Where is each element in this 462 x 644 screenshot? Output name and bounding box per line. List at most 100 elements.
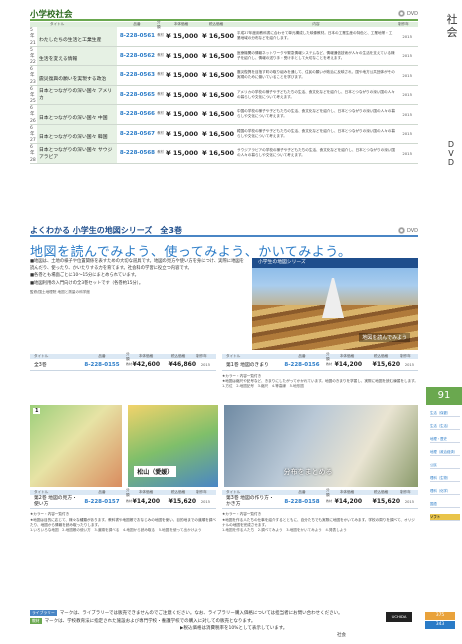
table-header: タイトル 品番 分類 本体価格 税込価格 制作年	[30, 352, 216, 361]
table-header: タイトル 品番 分類 本体価格 税込価格 制作年	[222, 352, 418, 361]
category-mark: 教材	[157, 72, 164, 77]
index-item[interactable]: 地理・歴史	[430, 436, 460, 444]
product-code: 8-228-0567	[119, 130, 155, 137]
vol2-image-a: 1	[30, 405, 123, 488]
index-item[interactable]: 地理（政治経済）	[430, 449, 460, 457]
category-mark: 教材	[157, 150, 164, 155]
dvd-badge: DVD	[397, 10, 418, 17]
table-row: 6年 27 日本とつながりの深い国々 韓国 8-228-0567 教材 ¥ 15,000 ¥…	[30, 124, 418, 144]
table-row: 6年 23 震災復興の願いを実現する政治 8-228-0563 教材 ¥ 15,000 ¥ …	[30, 66, 418, 86]
vol3-image: 分布をまとめる	[223, 405, 418, 488]
category-mark: 教材	[157, 111, 164, 116]
description: ■地図は、土地の様子や位置関係を表すための大切な道具です。地図の見方や使い方を身…	[30, 259, 248, 295]
category-mark: 教材	[157, 33, 164, 38]
product-table: 5年 21 わたしたちの生活と工業生産 8-228-0561 教材 ¥ 15,000 ¥ 1…	[30, 27, 418, 164]
page-refs: 375 343	[425, 612, 455, 630]
index-item[interactable]: 生活（保健）	[430, 410, 460, 418]
index-item[interactable]: 生活（生活）	[430, 423, 460, 431]
product-title: わたしたちの生活と工業生産	[37, 27, 117, 46]
price-tax: ¥ 16,500	[202, 110, 234, 119]
section-header: 小学校社会 DVD	[30, 8, 418, 21]
row-number: 6年 25	[30, 86, 36, 105]
brand-logo: UCHIDA	[386, 612, 412, 622]
vol3-chapters: 1.地図を作る人たち 2.調べてみよう 3.地図をかいてみよう 4.発表しよう	[222, 528, 347, 533]
tax-note: ▶税込価格は消費税率を10%として表示しています。	[180, 626, 288, 632]
category-mid: DVD	[447, 140, 455, 168]
price-tax: ¥ 16,500	[202, 129, 234, 138]
product-description: 震災復興を目指す町の取り組みを通して、住民の願いが政治に反映され、国や地方公共団…	[237, 70, 395, 80]
row-number: 6年 28	[30, 145, 36, 163]
row-number: 6年 26	[30, 106, 36, 124]
price-base: ¥ 15,000	[166, 71, 198, 80]
category-label: 社会	[337, 633, 346, 638]
production-year: 2015	[402, 111, 412, 117]
index-item[interactable]: 理科（化学）	[430, 488, 460, 496]
product-title: 生活を変える情報	[37, 46, 117, 65]
row-number: 6年 27	[30, 125, 36, 144]
table-row: 5年 22 生活を変える情報 8-228-0562 教材 ¥ 15,000 ¥ 16,500…	[30, 46, 418, 66]
production-year: 2015	[402, 33, 412, 39]
vol1-chapters: 1.方位 2.地図記号 3.縮尺 4.等高線 5.地形図	[222, 384, 304, 389]
hero-caption: 地図を読んでみよう	[359, 333, 410, 342]
table-header: タイトル 品番 分類 本体価格 税込価格 制作年	[222, 488, 418, 497]
credit: 監修/国土地理院 地図と測量の科学館	[30, 289, 90, 294]
table-header: タイトル 品番 分類 本体価格 税込価格 制作年	[30, 488, 216, 497]
index-item[interactable]: 国語	[430, 501, 460, 509]
product-description: サウジアラビアの学校の様子や子どもたちの生活、食文化などを紹介し、日本とつながり…	[237, 148, 395, 158]
product-code: 8-228-0563	[119, 72, 155, 79]
table-row: 第2巻 地図の見方・使い方 8-228-0157 教材 ¥14,200 ¥15,…	[30, 495, 216, 510]
set-table: タイトル 品番 分類 本体価格 税込価格 制作年 全3巻 8-228-0155 …	[30, 352, 418, 533]
table-row: 5年 21 わたしたちの生活と工業生産 8-228-0561 教材 ¥ 15,000 ¥ 1…	[30, 27, 418, 47]
edu-badge: 教材	[30, 617, 42, 625]
product-description: 中国の学校の様子や子どもたちの生活、食文化などを紹介し、日本とつながりの深い国の…	[237, 109, 395, 119]
production-year: 2015	[402, 92, 412, 98]
price-base: ¥ 15,000	[166, 51, 198, 60]
product-description: 韓国の学校の様子や子どもたちの生活、食文化などを紹介し、日本とつながりの深い国の…	[237, 128, 395, 138]
index-item-active[interactable]: ソフト	[430, 514, 460, 522]
price-base: ¥ 15,000	[166, 129, 198, 138]
product-code: 8-228-0568	[119, 150, 155, 157]
index-item[interactable]: 理科（生物）	[430, 475, 460, 483]
hero-bar: 小学生の地図シリーズ	[252, 258, 418, 268]
category-mark: 教材	[157, 52, 164, 57]
product-description: 医療機関の情報ネットワークや緊急情報システムなど、情報通信技術が人々の生活を支え…	[237, 50, 395, 60]
product-title: 震災復興の願いを実現する政治	[37, 66, 117, 85]
vol2-image-b: 松山（愛媛）	[128, 405, 218, 488]
row-number: 5年 22	[30, 47, 36, 66]
price-base: ¥ 15,000	[166, 90, 198, 99]
series-title: よくわかる 小学生の地図シリーズ 全3巻	[30, 226, 182, 235]
production-year: 2015	[402, 131, 412, 137]
table-row: 第3巻 地図の作り方・かき方 8-228-0158 教材 ¥14,200 ¥15…	[222, 495, 418, 510]
vol3-notes: ★カラー・内容一覧付き ★地図を作る人たちの仕事を紹介するとともに、自分たちでも…	[222, 512, 415, 527]
section-header: よくわかる 小学生の地図シリーズ 全3巻 DVD	[30, 226, 418, 237]
price-tax: ¥ 16,500	[202, 71, 234, 80]
row-number: 5年 21	[30, 28, 36, 46]
index-item[interactable]: 公民	[430, 462, 460, 470]
product-code: 8-228-0565	[119, 91, 155, 98]
price-tax: ¥ 16,500	[202, 51, 234, 60]
price-base: ¥ 15,000	[166, 110, 198, 119]
page-number: 91	[426, 387, 462, 405]
price-tax: ¥ 16,500	[202, 32, 234, 41]
table-row: 6年 25 日本とつながりの深い国々 アメリカ 8-228-0565 教材 ¥ 15,00…	[30, 85, 418, 105]
price-tax: ¥ 16,500	[202, 149, 234, 158]
disc-icon	[397, 10, 405, 17]
product-code: 8-228-0562	[119, 52, 155, 59]
vol2-chapters: 1.いろいろな地図 2.地図帳の使い方 3.道順を調べる 4.地図から読み取る …	[30, 528, 202, 533]
product-title: 日本とつながりの深い国々 中国	[37, 105, 117, 124]
vol2-notes: ★カラー・内容一覧付き ★地図は目的に応じて、様々な種類があります。教科書や地図…	[30, 512, 216, 527]
production-year: 2015	[402, 53, 412, 59]
category-mark: 教材	[157, 130, 164, 135]
disc-icon	[397, 227, 405, 234]
library-badge: ライブラリー	[30, 610, 57, 617]
table-row: 6年 28 日本とつながりの深い国々 サウジアラビア 8-228-0568 教材 ¥ 15…	[30, 144, 418, 164]
price-tax: ¥ 16,500	[202, 90, 234, 99]
vol1-notes: ★カラー・内容一覧付き ★地図は縮尺や記号など、きまりにしたがってかかれています…	[222, 374, 418, 384]
table-row: 全3巻 8-228-0155 教材 ¥42,600 ¥46,860 2015	[30, 359, 216, 371]
table-row: 6年 26 日本とつながりの深い国々 中国 8-228-0566 教材 ¥ 15,000 ¥…	[30, 105, 418, 125]
product-description: 平成27年度用教科書に合わせて単元構成した映像教材。日本の工業生産の特色と、工業…	[237, 31, 393, 41]
production-year: 2015	[402, 72, 412, 78]
section-title: 小学校社会	[30, 9, 73, 20]
tower-illustration	[322, 278, 344, 318]
price-base: ¥ 15,000	[166, 149, 198, 158]
